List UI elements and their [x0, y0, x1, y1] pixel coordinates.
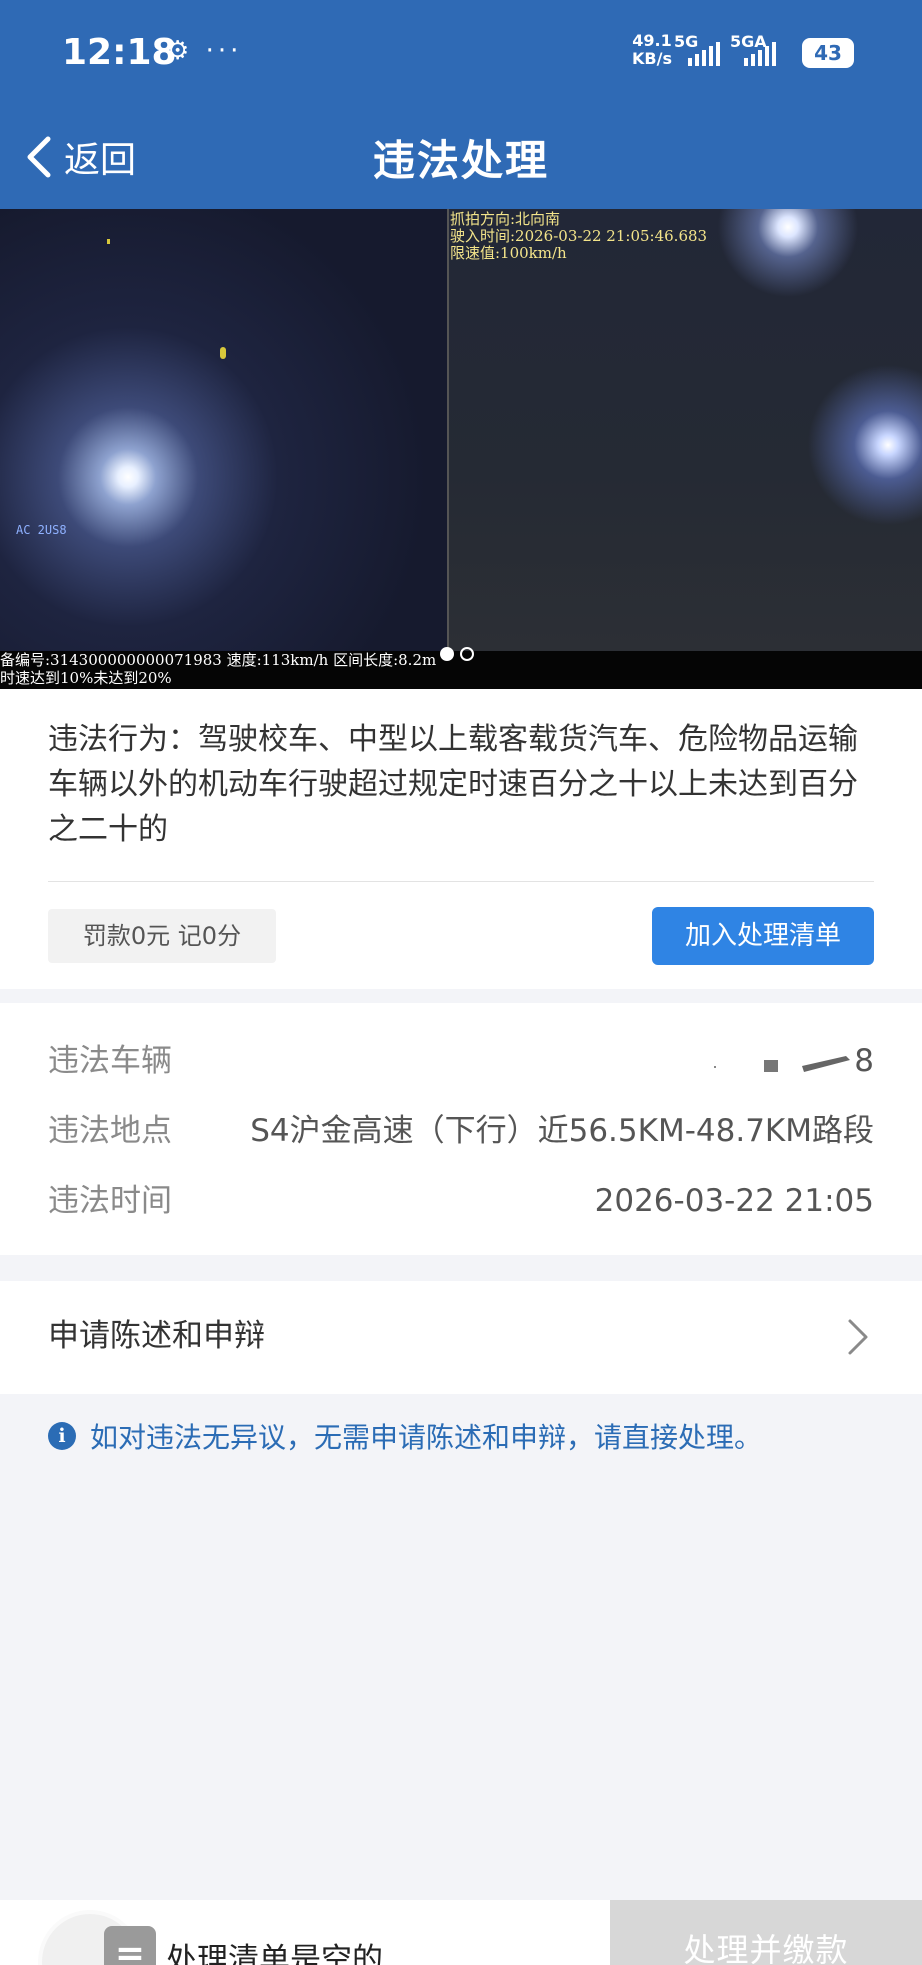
time-value: 2026-03-22 21:05 — [594, 1183, 874, 1219]
statement-label: 申请陈述和申辩 — [48, 1318, 265, 1354]
vehicle-row: 违法车辆 8 — [48, 1036, 874, 1086]
net-speed-unit: KB/s — [632, 49, 672, 68]
signal-bars-1-icon — [688, 40, 720, 66]
page-title: 违法处理 — [372, 136, 549, 185]
violation-photo-carousel[interactable]: AC 2US8 抓拍方向:北向南 驶入时间:2026-03-22 21:05:4… — [0, 209, 922, 689]
nav-bar: 返回 违法处理 — [0, 105, 922, 209]
time-row: 违法时间 2026-03-22 21:05 — [48, 1176, 874, 1226]
location-row: 违法地点 S4沪金高速（下行）近56.5KM-48.7KM路段 — [48, 1106, 874, 1156]
chevron-right-icon — [848, 1319, 868, 1355]
add-to-list-button[interactable]: 加入处理清单 — [652, 907, 874, 965]
net-speed-value: 49.1 — [632, 31, 672, 50]
notice-text: 如对违法无异议，无需申请陈述和申辩，请直接处理。 — [90, 1421, 763, 1454]
overlay-speed-range: 时速达到10%未达到20% — [0, 669, 172, 687]
camera-image-left — [0, 209, 448, 651]
light-spot — [107, 239, 110, 244]
violation-details-card: 违法车辆 8 违法地点 S4沪金高速（下行）近56.5KM-48.7KM路段 违… — [0, 1003, 922, 1255]
violation-card: 违法行为：驾驶校车、中型以上载客载货汽车、危险物品运输车辆以外的机动车行驶超过规… — [0, 689, 922, 989]
plate-redaction — [714, 1056, 850, 1072]
pager-dot-active[interactable] — [440, 647, 454, 661]
process-and-pay-button[interactable]: 处理并缴款 — [610, 1900, 922, 1965]
overlay-device-speed: 备编号:314300000000071983 速度:113km/h 区间长度:8… — [0, 651, 437, 669]
notification-icons: ⚙ ··· — [166, 36, 243, 66]
app-header: 12:18 ⚙ ··· 49.1 KB/s 5G 5GA 43 返回 违法处理 — [0, 0, 922, 209]
location-value: S4沪金高速（下行）近56.5KM-48.7KM路段 — [250, 1113, 874, 1149]
status-bar: 12:18 ⚙ ··· 49.1 KB/s 5G 5GA 43 — [0, 0, 922, 105]
vehicle-plate: 8 — [854, 1043, 874, 1079]
vehicle-label: 违法车辆 — [48, 1043, 172, 1079]
camera-tag: AC 2US8 — [16, 523, 67, 537]
processing-list-button[interactable]: = — [38, 1910, 156, 1965]
divider — [48, 881, 874, 882]
location-label: 违法地点 — [48, 1113, 172, 1149]
info-icon: i — [48, 1422, 76, 1450]
empty-list-text: 处理清单是空的 — [166, 1942, 383, 1965]
bottom-action-bar: = 处理清单是空的 处理并缴款 — [0, 1900, 922, 1965]
list-icon: = — [104, 1926, 156, 1965]
signal-bars-2-icon — [744, 40, 776, 66]
pager-dot[interactable] — [460, 647, 474, 661]
violation-behavior: 违法行为：驾驶校车、中型以上载客载货汽车、危险物品运输车辆以外的机动车行驶超过规… — [48, 722, 858, 847]
notice: i 如对违法无异议，无需申请陈述和申辩，请直接处理。 — [48, 1416, 762, 1456]
overlay-speed-limit: 限速值:100km/h — [450, 244, 567, 262]
battery-icon: 43 — [802, 38, 854, 68]
time-label: 违法时间 — [48, 1183, 172, 1219]
statement-appeal-row[interactable]: 申请陈述和申辩 — [0, 1281, 922, 1394]
camera-image-right — [448, 209, 922, 651]
light-spot — [220, 347, 226, 359]
carousel-pager[interactable] — [440, 647, 474, 661]
camera-divider — [447, 209, 449, 651]
fine-points-tag: 罚款0元 记0分 — [48, 909, 276, 963]
status-time: 12:18 — [62, 32, 177, 73]
net-speed: 49.1 KB/s — [632, 32, 672, 68]
overlay-entry-time: 驶入时间:2026-03-22 21:05:46.683 — [450, 227, 708, 245]
overlay-direction: 抓拍方向:北向南 — [450, 210, 561, 228]
